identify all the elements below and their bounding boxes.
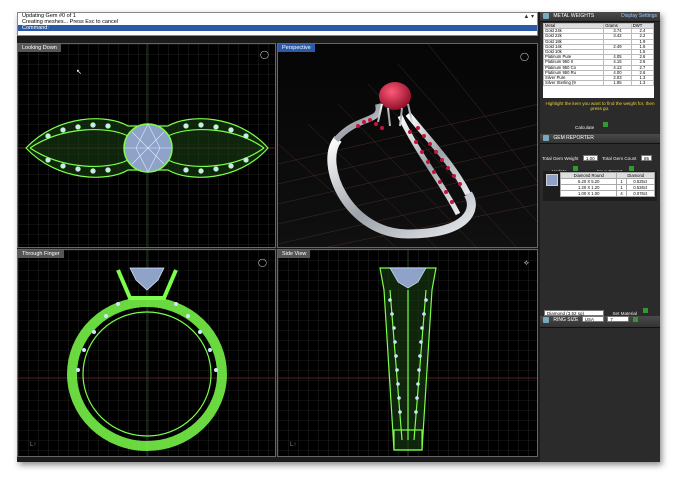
viewport-title-front[interactable]: Through Finger — [18, 250, 64, 258]
top-view-canvas: ↖ — [18, 44, 275, 247]
metal-name-cell: Silver Sterling (9 — [543, 80, 605, 87]
ring-size-header[interactable]: RING SIZE USA 7 — [540, 316, 660, 328]
metal-weight-row[interactable]: Silver Sterling (9 1.95 1.3 — [543, 80, 654, 87]
metal-weights-title: METAL WEIGHTS — [553, 13, 595, 19]
total-gem-count-value: 85 — [641, 155, 653, 161]
viewport-side[interactable]: Side View ⟡ L↑ — [277, 249, 538, 457]
metal-weights-header[interactable]: METAL WEIGHTS Display Settings — [540, 12, 660, 22]
viewport-title-perspective[interactable]: Perspective — [278, 44, 315, 52]
gem-size-cell: 1.00 X 1.00 — [559, 190, 618, 197]
command-window-controls[interactable]: ▲ ▾ — [523, 14, 534, 20]
viewport-top[interactable]: Looking Down ◯ ↖ — [17, 43, 276, 248]
display-settings-link[interactable]: Display Settings — [621, 12, 657, 21]
view-ring-icon: ◯ — [520, 52, 529, 61]
center-stone-top — [123, 123, 173, 173]
command-prompt[interactable]: Command: — [18, 25, 537, 31]
gem-count-cell: 4 — [616, 190, 627, 197]
gem-reporter-header[interactable]: GEM REPORTER — [540, 134, 660, 144]
svg-text:↖: ↖ — [76, 69, 82, 76]
viewport-title-side[interactable]: Side View — [278, 250, 311, 258]
gem-report-row[interactable]: 1.00 X 1.00 4 0.076ct — [559, 190, 656, 197]
svg-text:L↑: L↑ — [290, 442, 296, 448]
perspective-view-canvas — [278, 44, 537, 247]
metal-weights-table[interactable]: Metal Grams DWT Gold 24k 3.74 2.4 Gold 22k 3… — [543, 23, 654, 98]
gem-weight-cell: 0.076ct — [625, 190, 656, 197]
ring-icon — [543, 316, 549, 323]
svg-text:L↑: L↑ — [30, 442, 36, 448]
view-ring-icon: ◯ — [258, 258, 267, 267]
gem-reporter-title: GEM REPORTER — [553, 135, 594, 141]
front-view-canvas: L↑ — [18, 250, 275, 456]
view-ring-icon: ◯ — [260, 50, 269, 59]
tool-panel: METAL WEIGHTS Display Settings Metal Gra… — [540, 12, 660, 462]
gem-report-table[interactable]: Diamond Round Diamond 5.20 X 5.20 1 0.525c… — [559, 172, 656, 197]
ring-size-go-button[interactable] — [632, 317, 638, 323]
grams-cell: 1.95 — [603, 80, 632, 87]
gem-thumbnail — [546, 174, 558, 186]
app-window: Updating Gem #0 of 1 Creating meshes... … — [17, 12, 660, 462]
side-view-canvas: L↑ — [278, 250, 537, 456]
command-area[interactable]: Updating Gem #0 of 1 Creating meshes... … — [17, 12, 538, 36]
calculate-row: Calculate — [575, 116, 608, 134]
set-material-go-button[interactable] — [643, 308, 649, 314]
viewport-perspective[interactable]: Perspective ◯ — [277, 43, 538, 248]
gem-icon — [543, 134, 549, 141]
gem-list-area: Diamond Round Diamond 5.20 X 5.20 1 0.525c… — [543, 171, 657, 201]
viewport-title-top[interactable]: Looking Down — [18, 44, 61, 52]
dwt-cell: 1.3 — [630, 80, 654, 87]
ring-size-title: RING SIZE — [553, 317, 579, 323]
ring-size-select[interactable]: 7 — [607, 316, 630, 322]
metal-weights-hint: Highlight the item you want to find the … — [545, 101, 655, 111]
viewport-front[interactable]: Through Finger ◯ L↑ — [17, 249, 276, 457]
scale-icon — [543, 12, 549, 19]
view-ring-icon: ⟡ — [523, 258, 529, 267]
ring-size-standard-select[interactable]: USA — [581, 316, 604, 322]
calculate-label: Calculate — [575, 125, 595, 130]
calculate-go-button[interactable] — [602, 122, 608, 128]
